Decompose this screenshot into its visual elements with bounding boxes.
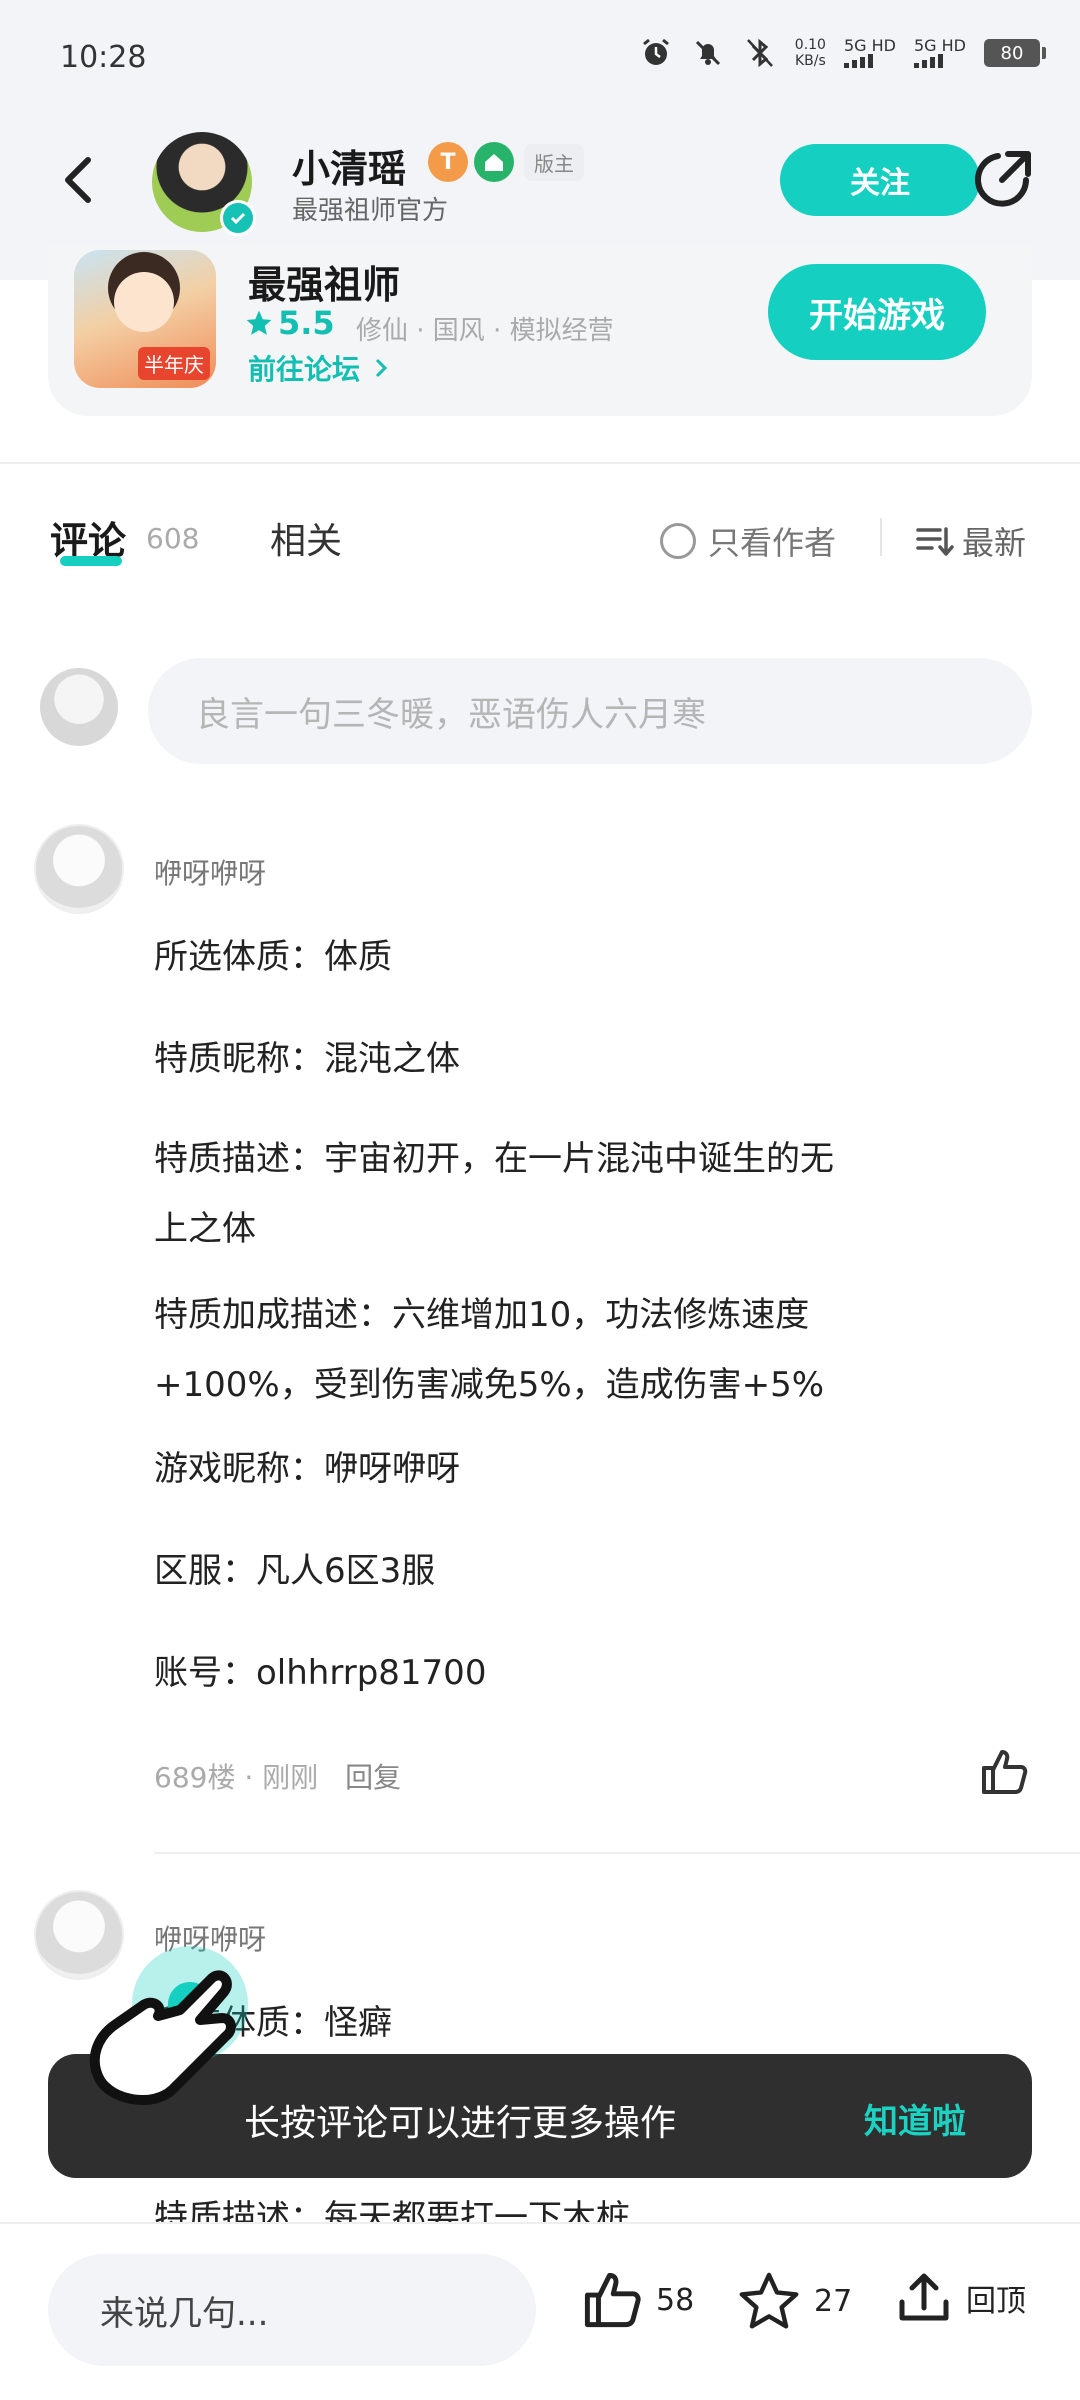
post-header: 小清瑶 T 版主 最强祖师官方 关注 [0, 120, 1080, 240]
game-card[interactable]: 半年庆 最强祖师 5.5 修仙 · 国风 · 模拟经营 前往论坛 开始游戏 [48, 244, 1032, 416]
signal-2-label: 5G HD [913, 36, 966, 55]
moderator-badge: 版主 [524, 144, 584, 181]
forum-link[interactable]: 前往论坛 [248, 348, 392, 388]
post-floor-time: 689楼 · 刚刚 [154, 1761, 319, 1794]
radio-icon [660, 523, 696, 559]
game-icon-tag: 半年庆 [138, 347, 210, 380]
divider [880, 518, 882, 556]
thumbs-up-icon [584, 2272, 641, 2328]
chevron-left-icon [65, 157, 91, 203]
signal-bars-icon [843, 54, 873, 68]
game-name: 最强祖师 [248, 263, 401, 307]
post-line: 特质加成描述：六维增加10，功法修炼速度 [154, 1295, 810, 1335]
pointing-hand-icon [72, 1940, 272, 2160]
forum-link-label: 前往论坛 [248, 353, 361, 386]
reply-button[interactable]: 回复 [345, 1761, 401, 1794]
toast-message: 长按评论可以进行更多操作 [244, 2103, 677, 2144]
mute-bell-icon [691, 36, 725, 70]
sort-toggle[interactable]: 最新 [914, 518, 1026, 564]
share-button[interactable] [968, 146, 1036, 214]
author-avatar[interactable] [152, 132, 256, 236]
status-bar: 10:28 0.10 KB/s 5G HD 5G HD 80 [0, 0, 1080, 120]
status-icons: 0.10 KB/s 5G HD 5G HD 80 [639, 36, 1046, 70]
favorite-button[interactable]: 27 [736, 2268, 852, 2334]
post-line: 游戏昵称：咿呀咿呀 [154, 1449, 460, 1489]
post-line: 区服：凡人6区3服 [154, 1551, 436, 1591]
thumbs-up-icon [982, 1750, 1028, 1794]
sort-label: 最新 [962, 524, 1027, 562]
like-count-button[interactable]: 58 [580, 2268, 694, 2332]
tab-active-indicator [60, 556, 122, 566]
share-icon [975, 151, 1031, 207]
post-avatar[interactable] [34, 824, 124, 914]
my-avatar [40, 668, 118, 746]
post-line: 特质昵称：混沌之体 [154, 1039, 460, 1079]
back-button[interactable] [50, 150, 110, 210]
game-score: 5.5 [244, 304, 335, 342]
signal-1-label: 5G HD [843, 36, 896, 55]
game-icon-character [114, 272, 174, 332]
reply-input[interactable]: 来说几句... [48, 2254, 536, 2366]
favorite-count: 27 [814, 2283, 853, 2319]
post-line: 所选体质：怪癖 [154, 2003, 392, 2043]
game-tags: 修仙 · 国风 · 模拟经营 [356, 316, 614, 346]
like-button[interactable] [978, 1746, 1030, 1798]
toast-dismiss-button[interactable]: 知道啦 [864, 2094, 966, 2143]
signal-1: 5G HD [843, 36, 896, 68]
back-to-top-label: 回顶 [966, 2284, 1026, 2319]
post-line: 上之体 [154, 1209, 256, 1249]
sort-icon [916, 527, 954, 556]
tab-related[interactable]: 相关 [270, 512, 342, 564]
verified-icon [220, 200, 256, 236]
divider [154, 1852, 1080, 1854]
comment-count: 608 [146, 522, 200, 555]
bottom-bar: 来说几句... 58 27 回顶 [0, 2222, 1080, 2400]
like-count: 58 [656, 2282, 695, 2318]
network-speed: 0.10 KB/s [795, 37, 826, 69]
game-icon[interactable]: 半年庆 [74, 250, 216, 388]
follow-button[interactable]: 关注 [780, 144, 980, 216]
star-icon [246, 310, 272, 335]
signal-bars-icon [913, 54, 943, 68]
post-line: 特质描述：宇宙初开，在一片混沌中诞生的无 [154, 1139, 834, 1179]
chevron-right-icon [375, 358, 387, 378]
game-score-value: 5.5 [278, 304, 335, 342]
post-meta: 689楼 · 刚刚 回复 [154, 1756, 401, 1796]
upload-arrow-icon [899, 2273, 949, 2321]
only-author-label: 只看作者 [708, 524, 837, 562]
star-outline-icon [739, 2272, 799, 2329]
battery-indicator: 80 [984, 39, 1046, 67]
author-subtitle: 最强祖师官方 [292, 196, 449, 226]
level-badge: T [428, 142, 468, 182]
house-badge-icon [474, 142, 514, 182]
post-line: 账号：olhhrrp81700 [154, 1653, 487, 1693]
back-to-top-button[interactable]: 回顶 [894, 2268, 1026, 2328]
author-name[interactable]: 小清瑶 [292, 138, 406, 193]
bluetooth-icon [743, 36, 777, 70]
post-line: +100%，受到伤害减免5%，造成伤害+5% [154, 1365, 825, 1405]
alarm-icon [639, 36, 673, 70]
post-line: 特质描述：每天都要打一下木桩 [154, 2198, 630, 2222]
only-author-toggle[interactable]: 只看作者 [660, 518, 836, 564]
divider [0, 462, 1080, 464]
network-speed-unit: KB/s [794, 53, 826, 69]
signal-2: 5G HD [913, 36, 966, 68]
network-speed-value: 0.10 [794, 37, 826, 53]
start-game-button[interactable]: 开始游戏 [768, 264, 986, 360]
post-line: 所选体质：体质 [154, 937, 392, 977]
comment-input[interactable]: 良言一句三冬暖，恶语伤人六月寒 [148, 658, 1032, 764]
post-username[interactable]: 咿呀咿呀 [154, 852, 266, 892]
status-time: 10:28 [60, 40, 147, 75]
